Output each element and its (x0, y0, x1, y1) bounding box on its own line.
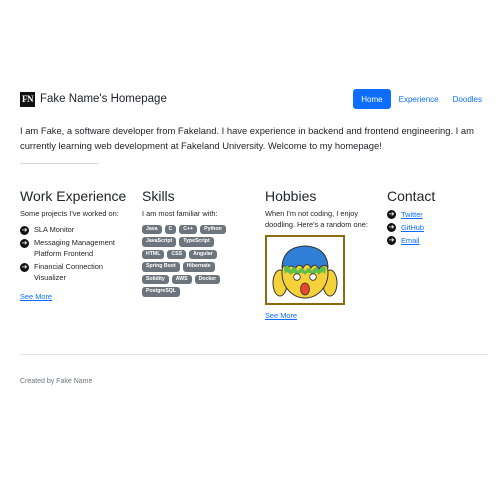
arrow-right-circle-icon: ➔ (387, 223, 396, 232)
list-item: ➔ SLA Monitor (20, 225, 132, 236)
skill-badge: Angular (189, 249, 217, 259)
nav-doodles-link[interactable]: Doodles (447, 89, 488, 109)
twitter-link[interactable]: Twitter (401, 210, 423, 219)
arrow-right-circle-icon: ➔ (20, 263, 29, 272)
skill-badge: Java (142, 224, 162, 234)
arrow-right-circle-icon: ➔ (387, 210, 396, 219)
navbar: FN Fake Name's Homepage Home Experience … (20, 89, 488, 111)
nav-home-link[interactable]: Home (353, 89, 391, 109)
skill-badge: C (164, 224, 177, 234)
skills-lead: I am most familiar with: (142, 209, 218, 218)
screaming-face-doodle (272, 245, 338, 299)
intro-text: I am Fake, a software developer from Fak… (20, 125, 474, 151)
skill-badges: Java C C++ Python JavaScript TypeScript … (142, 224, 242, 300)
skill-badge: Spring Boot (142, 262, 180, 272)
list-item: ➔ Messaging Management Platform Frontend (20, 238, 132, 259)
arrow-right-circle-icon: ➔ (387, 236, 396, 245)
brand-name: Fake Name's Homepage (40, 93, 167, 105)
skill-badge: PostgreSQL (142, 287, 180, 297)
work-experience-lead: Some projects I've worked on: (20, 209, 119, 218)
work-experience-heading: Work Experience (20, 188, 127, 204)
skill-badge: Docker (194, 274, 221, 284)
contact-section: Contact ➔ Twitter ➔ GitHub ➔ Email (387, 188, 487, 248)
skill-badge: AWS (171, 274, 192, 284)
work-see-more-link[interactable]: See More (20, 292, 52, 301)
list-item: ➔ Twitter (387, 209, 487, 219)
contact-heading: Contact (387, 188, 436, 204)
arrow-right-circle-icon: ➔ (20, 225, 29, 235)
contact-list: ➔ Twitter ➔ GitHub ➔ Email (387, 209, 487, 245)
project-label: SLA Monitor (34, 224, 75, 234)
intro-divider (20, 163, 98, 164)
skill-badge: C++ (179, 224, 198, 234)
skills-heading: Skills (142, 188, 175, 204)
skill-badge: Python (200, 224, 226, 234)
skill-badge: Hibernate (182, 262, 215, 272)
email-link[interactable]: Email (401, 236, 419, 245)
hobbies-see-more-link[interactable]: See More (265, 311, 297, 320)
skill-badge: CSS (167, 249, 187, 259)
skill-badge: JavaScript (142, 237, 177, 247)
work-experience-section: Work Experience Some projects I've worke… (20, 188, 132, 304)
arrow-right-circle-icon: ➔ (20, 239, 29, 248)
nav-links: Home Experience Doodles (351, 89, 488, 109)
footer-text: Created by Fake Name (20, 378, 93, 385)
list-item: ➔ GitHub (387, 222, 487, 232)
brand[interactable]: FN Fake Name's Homepage (20, 89, 167, 109)
doodle-image (265, 235, 345, 305)
skills-section: Skills I am most familiar with: Java C C… (142, 188, 254, 300)
skill-badge: Solidity (142, 274, 169, 284)
project-label: Messaging Management Platform Frontend (34, 238, 115, 258)
skill-badge: HTML (142, 249, 165, 259)
hobbies-heading: Hobbies (265, 188, 317, 204)
skill-badge: TypeScript (179, 237, 214, 247)
list-item: ➔ Financial Connection Visualizer (20, 262, 132, 283)
project-label: Financial Connection Visualizer (34, 262, 104, 282)
brand-logo: FN (20, 91, 35, 107)
hobbies-section: Hobbies When I'm not coding, I enjoy doo… (265, 188, 377, 323)
hobbies-lead: When I'm not coding, I enjoy doodling. H… (265, 209, 368, 229)
list-item: ➔ Email (387, 235, 487, 245)
nav-experience-link[interactable]: Experience (393, 89, 445, 109)
footer-divider (20, 354, 488, 355)
project-list: ➔ SLA Monitor ➔ Messaging Management Pla… (20, 225, 132, 284)
github-link[interactable]: GitHub (401, 223, 424, 232)
